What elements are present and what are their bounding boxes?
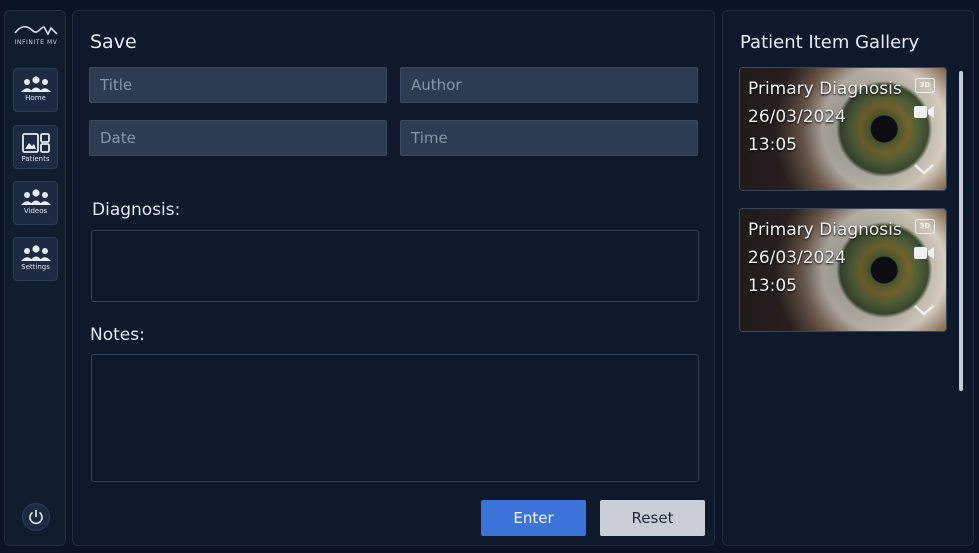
card-time: 13:05 [748, 276, 797, 296]
card-time: 13:05 [748, 135, 797, 155]
diagnosis-textarea[interactable] [91, 230, 699, 302]
sidebar-item-label: Videos [23, 207, 48, 215]
sidebar-item-home[interactable]: Home [13, 68, 58, 112]
sidebar-item-label: Home [25, 94, 46, 102]
3d-badge-icon[interactable]: 3D [915, 219, 935, 234]
author-field[interactable] [400, 67, 698, 103]
card-text: Primary Diagnosis 26/03/2024 13:05 [748, 216, 902, 300]
sidebar-item-patients[interactable]: Patients [13, 125, 58, 169]
gallery-title: Patient Item Gallery [740, 32, 920, 53]
date-field[interactable] [89, 120, 387, 156]
people-icon [20, 76, 51, 92]
diagnosis-label: Diagnosis: [92, 200, 181, 220]
card-text: Primary Diagnosis 26/03/2024 13:05 [748, 75, 902, 159]
logo-text: INFINITE MV [14, 39, 58, 46]
logo-wave-icon [14, 25, 58, 36]
sidebar-item-videos[interactable]: Videos [13, 181, 58, 225]
sidebar: INFINITE MV Home Patients Videos Setting… [4, 10, 66, 546]
3d-badge-icon[interactable]: 3D [915, 78, 935, 93]
page-title: Save [90, 31, 137, 53]
sidebar-item-label: Settings [21, 263, 50, 271]
power-icon [29, 510, 43, 525]
notes-label: Notes: [90, 325, 145, 345]
card-title: Primary Diagnosis [748, 79, 902, 99]
chevron-down-icon[interactable] [913, 303, 935, 317]
patient-item-gallery: Patient Item Gallery Primary Diagnosis 2… [722, 10, 974, 546]
title-field[interactable] [89, 67, 387, 103]
video-camera-icon[interactable] [913, 104, 935, 120]
card-date: 26/03/2024 [748, 248, 846, 268]
gallery-card[interactable]: Primary Diagnosis 26/03/2024 13:05 3D [739, 67, 947, 191]
notes-textarea[interactable] [91, 354, 699, 482]
power-button[interactable] [22, 503, 50, 531]
save-panel: Save Diagnosis: Notes: Enter Reset [72, 10, 715, 546]
brand-logo: INFINITE MV [5, 25, 67, 46]
people-icon [20, 189, 51, 205]
video-camera-icon[interactable] [913, 245, 935, 261]
card-title: Primary Diagnosis [748, 220, 902, 240]
sidebar-item-settings[interactable]: Settings [13, 237, 58, 281]
gallery-card[interactable]: Primary Diagnosis 26/03/2024 13:05 3D [739, 208, 947, 332]
reset-button[interactable]: Reset [600, 500, 705, 536]
sidebar-item-label: Patients [21, 155, 50, 163]
gallery-scrollbar[interactable] [959, 71, 963, 391]
time-field[interactable] [400, 120, 698, 156]
chevron-down-icon[interactable] [913, 162, 935, 176]
dashboard-icon [21, 133, 50, 153]
card-date: 26/03/2024 [748, 107, 846, 127]
enter-button[interactable]: Enter [481, 500, 586, 536]
people-icon [20, 245, 51, 261]
